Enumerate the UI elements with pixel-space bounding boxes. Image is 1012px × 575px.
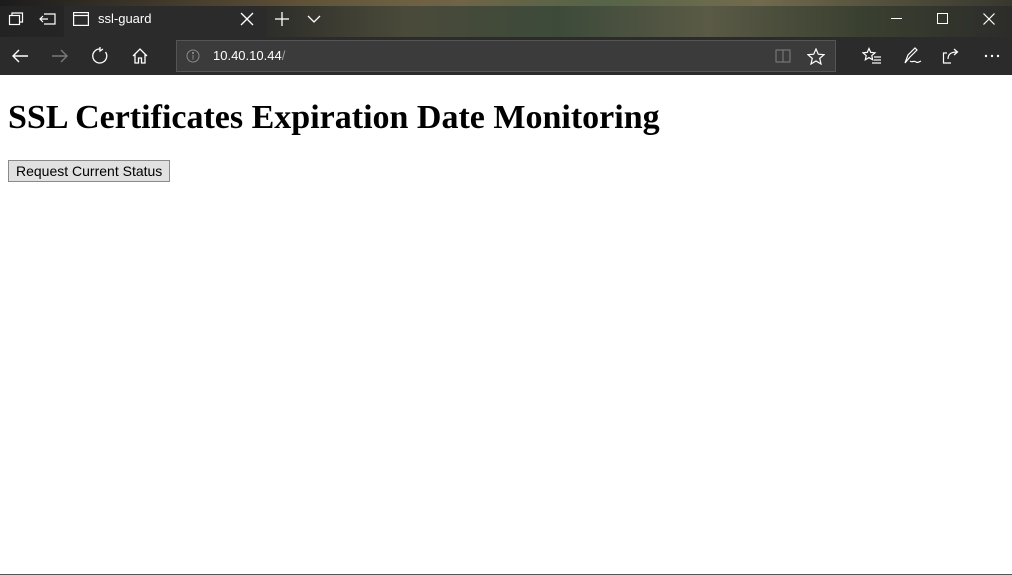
- favorite-star-icon[interactable]: [806, 47, 826, 70]
- tab-actions-icon[interactable]: [0, 0, 32, 37]
- page-favicon-icon: [73, 12, 90, 31]
- plus-icon[interactable]: [266, 0, 298, 37]
- forward-arrow-icon[interactable]: [40, 37, 80, 75]
- more-icon[interactable]: [972, 37, 1012, 75]
- url-path: /: [281, 48, 286, 63]
- site-info-icon[interactable]: [186, 49, 200, 68]
- request-status-button[interactable]: Request Current Status: [8, 160, 171, 182]
- reading-view-icon[interactable]: [775, 49, 791, 68]
- favorites-list-icon[interactable]: [852, 37, 892, 75]
- chevron-down-icon[interactable]: [298, 0, 330, 37]
- title-bar: ssl-guard: [0, 0, 1012, 37]
- close-icon[interactable]: [966, 0, 1012, 37]
- tab-title: ssl-guard: [98, 11, 152, 26]
- back-arrow-icon[interactable]: [0, 37, 40, 75]
- set-aside-tabs-icon[interactable]: [32, 0, 64, 37]
- refresh-icon[interactable]: [80, 37, 120, 75]
- url-host: 10.40.10.44: [213, 48, 282, 63]
- navigation-bar: 10.40.10.44/: [0, 37, 1012, 75]
- close-tab-icon[interactable]: [240, 12, 254, 31]
- page-title: SSL Certificates Expiration Date Monitor…: [8, 99, 660, 136]
- address-url[interactable]: 10.40.10.44/: [213, 48, 285, 63]
- home-icon[interactable]: [120, 37, 160, 75]
- page-content: SSL Certificates Expiration Date Monitor…: [0, 75, 1012, 574]
- address-bar[interactable]: 10.40.10.44/: [176, 40, 836, 72]
- pen-icon[interactable]: [892, 37, 932, 75]
- tab-ssl-guard[interactable]: ssl-guard: [64, 2, 266, 37]
- minimize-icon[interactable]: [874, 0, 920, 37]
- maximize-icon[interactable]: [920, 0, 966, 37]
- share-icon[interactable]: [932, 37, 972, 75]
